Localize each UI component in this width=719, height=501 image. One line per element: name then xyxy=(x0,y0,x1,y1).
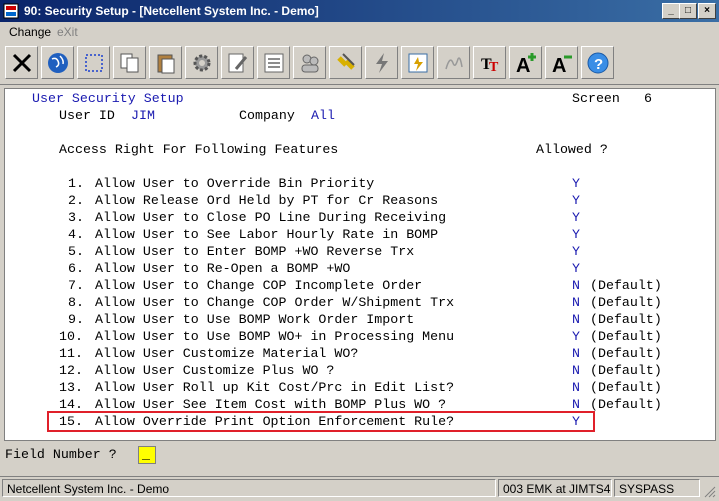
status-bar: Netcellent System Inc. - Demo 003 EMK at… xyxy=(0,476,719,501)
row-value: Y xyxy=(572,227,580,242)
company-label: Company xyxy=(239,108,295,123)
row-label: Allow User Customize Material WO? xyxy=(95,346,359,361)
status-db: SYSPASS xyxy=(614,479,700,497)
field-prompt-area: Field Number ? xyxy=(0,441,719,476)
exit-icon[interactable] xyxy=(5,46,38,79)
row-default: (Default) xyxy=(590,312,662,327)
row-label: Allow User to Use BOMP WO+ in Processing… xyxy=(95,329,455,344)
copy-icon[interactable] xyxy=(113,46,146,79)
row-number: 2. xyxy=(68,193,84,208)
row-value: N xyxy=(572,346,580,361)
users-icon[interactable] xyxy=(293,46,326,79)
row-default: (Default) xyxy=(590,397,662,412)
field-number-label: Field Number ? xyxy=(5,447,117,462)
field-number-input[interactable]: _ xyxy=(138,446,156,464)
row-value: Y xyxy=(572,193,580,208)
toolbar: TT A A ? xyxy=(0,42,719,85)
status-company: Netcellent System Inc. - Demo xyxy=(2,479,496,497)
svg-text:T: T xyxy=(489,60,499,75)
link-icon[interactable] xyxy=(329,46,362,79)
row-label: Allow User to Use BOMP Work Order Import xyxy=(95,312,415,327)
row-number: 11. xyxy=(59,346,83,361)
edit-icon[interactable] xyxy=(221,46,254,79)
row-default: (Default) xyxy=(590,329,662,344)
row-number: 9. xyxy=(68,312,84,327)
menu-exit[interactable]: eXit xyxy=(57,25,78,39)
row-label: Allow Release Ord Held by PT for Cr Reas… xyxy=(95,193,439,208)
status-session: 003 EMK at JIMTS4 xyxy=(498,479,612,497)
signature-icon[interactable] xyxy=(437,46,470,79)
row-label: Allow User to See Labor Hourly Rate in B… xyxy=(95,227,439,242)
close-button[interactable]: × xyxy=(698,3,716,19)
row-number: 10. xyxy=(59,329,83,344)
screen-number: 6 xyxy=(644,91,652,106)
calculator-icon[interactable] xyxy=(401,46,434,79)
row-value: N xyxy=(572,278,580,293)
menu-change[interactable]: Change xyxy=(9,25,51,39)
select-icon[interactable] xyxy=(77,46,110,79)
row-label: Allow User Customize Plus WO ? xyxy=(95,363,335,378)
row-value: N xyxy=(572,312,580,327)
row-number: 5. xyxy=(68,244,84,259)
row-label: Allow User to Override Bin Priority xyxy=(95,176,375,191)
help-icon[interactable]: ? xyxy=(581,46,614,79)
row-value: N xyxy=(572,380,580,395)
row-value: Y xyxy=(572,261,580,276)
globe-icon[interactable] xyxy=(41,46,74,79)
row-default: (Default) xyxy=(590,346,662,361)
row-label: Allow Override Print Option Enforcement … xyxy=(95,414,455,429)
row-number: 4. xyxy=(68,227,84,242)
terminal-screen: User Security Setup Screen 6 User ID JIM… xyxy=(4,88,716,441)
row-default: (Default) xyxy=(590,295,662,310)
row-label: Allow User to Enter BOMP +WO Reverse Trx xyxy=(95,244,415,259)
row-label: Allow User to Re-Open a BOMP +WO xyxy=(95,261,351,276)
row-number: 1. xyxy=(68,176,84,191)
row-number: 12. xyxy=(59,363,83,378)
row-number: 13. xyxy=(59,380,83,395)
field-number-value: _ xyxy=(142,447,150,462)
row-value: Y xyxy=(572,210,580,225)
row-value: Y xyxy=(572,244,580,259)
row-number: 3. xyxy=(68,210,84,225)
row-label: Allow User Roll up Kit Cost/Prc in Edit … xyxy=(95,380,455,395)
font-style-icon[interactable]: TT xyxy=(473,46,506,79)
font-smaller-icon[interactable]: A xyxy=(545,46,578,79)
row-number: 6. xyxy=(68,261,84,276)
row-default: (Default) xyxy=(590,363,662,378)
menu-bar: Change eXit xyxy=(0,22,719,42)
row-value: N xyxy=(572,363,580,378)
row-number: 8. xyxy=(68,295,84,310)
screen-label: Screen xyxy=(572,91,620,106)
window-title: 90: Security Setup - [Netcellent System … xyxy=(24,4,319,18)
list-icon[interactable] xyxy=(257,46,290,79)
row-value: Y xyxy=(572,329,580,344)
user-id-label: User ID xyxy=(59,108,115,123)
flash-icon[interactable] xyxy=(365,46,398,79)
allowed-header: Allowed ? xyxy=(536,142,608,157)
features-header: Access Right For Following Features xyxy=(59,142,339,157)
row-label: Allow User to Change COP Order W/Shipmen… xyxy=(95,295,455,310)
title-bar: 90: Security Setup - [Netcellent System … xyxy=(0,0,719,22)
row-label: Allow User to Close PO Line During Recei… xyxy=(95,210,447,225)
maximize-button[interactable]: □ xyxy=(679,3,697,19)
minimize-button[interactable]: _ xyxy=(662,3,680,19)
svg-text:?: ? xyxy=(594,56,603,73)
row-number: 15. xyxy=(59,414,83,429)
row-value: Y xyxy=(572,414,580,429)
row-value: Y xyxy=(572,176,580,191)
row-value: N xyxy=(572,295,580,310)
user-id-value: JIM xyxy=(131,108,155,123)
row-label: Allow User to Change COP Incomplete Orde… xyxy=(95,278,423,293)
app-icon xyxy=(3,3,19,19)
settings-icon[interactable] xyxy=(185,46,218,79)
row-default: (Default) xyxy=(590,380,662,395)
resize-grip-icon[interactable] xyxy=(703,485,716,498)
paste-icon[interactable] xyxy=(149,46,182,79)
font-larger-icon[interactable]: A xyxy=(509,46,542,79)
row-number: 7. xyxy=(68,278,84,293)
screen-title: User Security Setup xyxy=(32,91,184,106)
company-value: All xyxy=(311,108,335,123)
row-default: (Default) xyxy=(590,278,662,293)
